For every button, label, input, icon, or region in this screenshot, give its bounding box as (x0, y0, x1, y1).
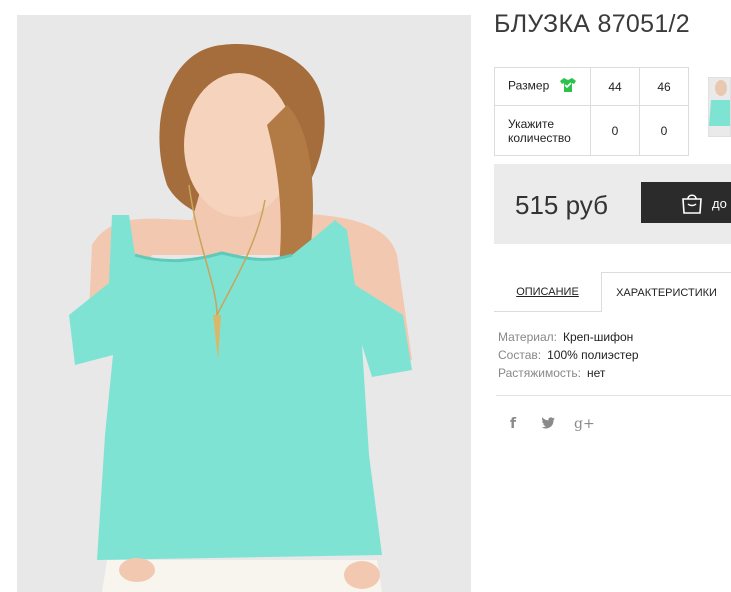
divider (496, 395, 731, 396)
google-plus-icon[interactable]: g+ (574, 416, 595, 432)
size-46: 46 (639, 67, 689, 106)
product-title: БЛУЗКА 87051/2 (494, 10, 690, 38)
size-label: Размер (508, 78, 550, 93)
quantity-input-44[interactable]: 0 (590, 105, 640, 156)
size-label-cell: Размер (494, 67, 591, 106)
size-44: 44 (590, 67, 640, 106)
facebook-icon[interactable]: f (510, 416, 516, 432)
tshirt-size-icon[interactable] (559, 77, 577, 96)
spec-value: нет (587, 366, 606, 380)
add-to-cart-button[interactable]: до (641, 182, 731, 223)
spec-value: 100% полиэстер (547, 348, 639, 362)
quantity-input-46[interactable]: 0 (639, 105, 689, 156)
spec-label: Состав: (498, 348, 542, 362)
spec-label: Растяжимость: (498, 366, 582, 380)
spec-label: Материал: (498, 330, 557, 344)
tab-description[interactable]: ОПИСАНИЕ (494, 272, 601, 312)
quantity-label: Укажите количество (494, 105, 591, 156)
product-image (17, 15, 471, 592)
size-table: Размер 44 46 Укажите количество 0 0 (494, 67, 689, 156)
shopping-bag-icon (680, 191, 704, 218)
price: 515 руб (515, 190, 608, 220)
spec-value: Креп-шифон (562, 330, 634, 344)
spec-material: Материал: Креп-шифон (498, 328, 639, 346)
specs-list: Материал: Креп-шифон Состав: 100% полиэсте… (498, 328, 639, 382)
twitter-icon[interactable] (541, 416, 555, 432)
product-thumbnail[interactable] (708, 77, 731, 137)
add-to-cart-label: до (712, 196, 727, 211)
spec-stretch: Растяжимость: нет (498, 364, 639, 382)
tab-characteristics[interactable]: ХАРАКТЕРИСТИКИ (601, 272, 731, 312)
product-photo[interactable] (17, 15, 471, 592)
price-box: 515 руб до (494, 164, 731, 244)
spec-composition: Состав: 100% полиэстер (498, 346, 639, 364)
product-tabs: ОПИСАНИЕ ХАРАКТЕРИСТИКИ (494, 272, 731, 312)
